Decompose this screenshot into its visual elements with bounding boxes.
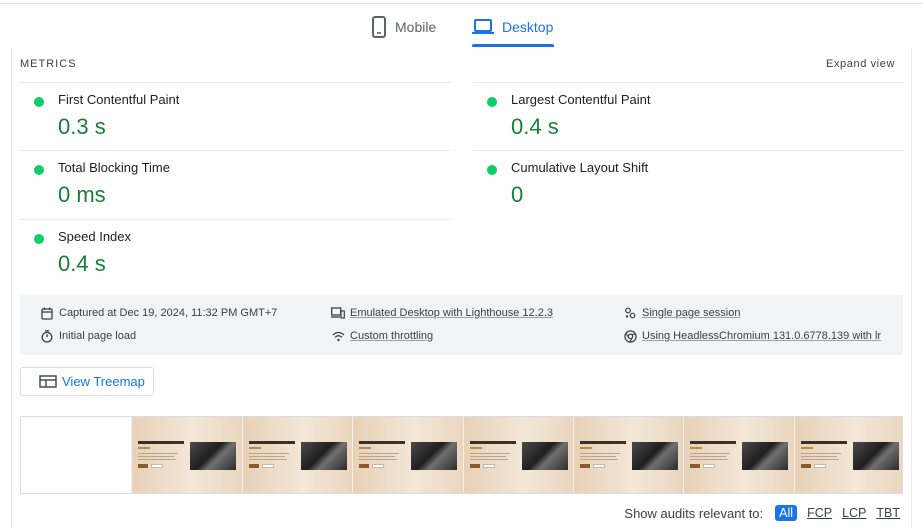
throttling-text: Custom throttling [350,330,434,342]
filmstrip-frame [241,417,353,493]
emulated-info[interactable]: Emulated Desktop with Lighthouse 12.2.3 [331,306,553,320]
good-status-dot-icon [34,234,44,244]
audit-filters: Show audits relevant to: All FCP LCP TBT [624,505,900,521]
metric-first-contentful-paint: First Contentful Paint 0.3 s [20,82,451,150]
laptop-icon [472,19,494,35]
metric-cumulative-layout-shift: Cumulative Layout Shift 0 [473,150,904,218]
tab-desktop-label: Desktop [502,19,554,35]
metric-value: 0 [511,182,524,207]
card-border-right [911,48,912,529]
good-status-dot-icon [34,165,44,175]
audit-filter-label: Show audits relevant to: [624,505,764,521]
captured-text: Captured at Dec 19, 2024, 11:32 PM GMT+7 [59,307,278,319]
filter-chip-lcp[interactable]: LCP [842,506,866,520]
people-icon [623,306,637,320]
view-treemap-label: View Treemap [62,374,145,389]
wifi-icon [331,329,345,343]
metric-label: Cumulative Layout Shift [511,160,649,175]
filmstrip-frame [683,417,794,493]
load-text: Initial page load [59,330,137,342]
emulated-text: Emulated Desktop with Lighthouse 12.2.3 [350,307,554,319]
tab-desktop[interactable]: Desktop [472,12,553,42]
treemap-icon [39,375,57,388]
metrics-section-title: METRICS [20,58,77,70]
device-tabs: Mobile Desktop [0,0,923,48]
throttling-info[interactable]: Custom throttling [331,329,433,343]
run-info-box: Captured at Dec 19, 2024, 11:32 PM GMT+7… [20,295,903,355]
chrome-icon [623,329,637,343]
metric-value: 0 ms [58,182,106,207]
load-info: Initial page load [40,329,136,343]
good-status-dot-icon [487,97,497,107]
metric-label: Speed Index [58,229,132,244]
session-info[interactable]: Single page session [623,306,740,320]
metric-label: Largest Contentful Paint [511,92,651,107]
calendar-icon [40,306,54,320]
card-border-left [11,48,12,529]
active-tab-indicator [472,44,554,47]
metric-largest-contentful-paint: Largest Contentful Paint 0.4 s [473,82,904,150]
metric-total-blocking-time: Total Blocking Time 0 ms [20,150,451,218]
metric-value: 0.4 s [511,114,559,139]
browser-text: Using HeadlessChromium 131.0.6778.139 wi… [642,330,882,342]
tab-mobile[interactable]: Mobile [371,12,436,42]
smartphone-icon [371,16,387,38]
filter-chip-tbt[interactable]: TBT [876,506,900,520]
session-text: Single page session [642,307,741,319]
metric-value: 0.3 s [58,114,106,139]
view-treemap-button[interactable]: View Treemap [20,367,154,396]
tab-mobile-label: Mobile [395,19,437,35]
filmstrip-frame [793,417,902,493]
good-status-dot-icon [34,97,44,107]
metric-value: 0.4 s [58,251,106,276]
filter-chip-all[interactable]: All [775,505,798,521]
metric-label: First Contentful Paint [58,92,180,107]
filmstrip-frame [462,417,573,493]
filmstrip-frame [572,417,684,493]
timer-icon [40,329,54,343]
browser-info[interactable]: Using HeadlessChromium 131.0.6778.139 wi… [623,329,893,343]
filter-chip-fcp[interactable]: FCP [807,506,832,520]
captured-info: Captured at Dec 19, 2024, 11:32 PM GMT+7 [40,306,277,320]
good-status-dot-icon [487,165,497,175]
expand-view-button[interactable]: Expand view [826,58,895,70]
filmstrip-frame [131,417,242,493]
metric-speed-index: Speed Index 0.4 s [20,219,451,287]
filmstrip [20,416,903,494]
filmstrip-frame [21,417,132,493]
devices-icon [331,306,345,320]
filmstrip-frame [352,417,463,493]
metric-label: Total Blocking Time [58,160,170,175]
